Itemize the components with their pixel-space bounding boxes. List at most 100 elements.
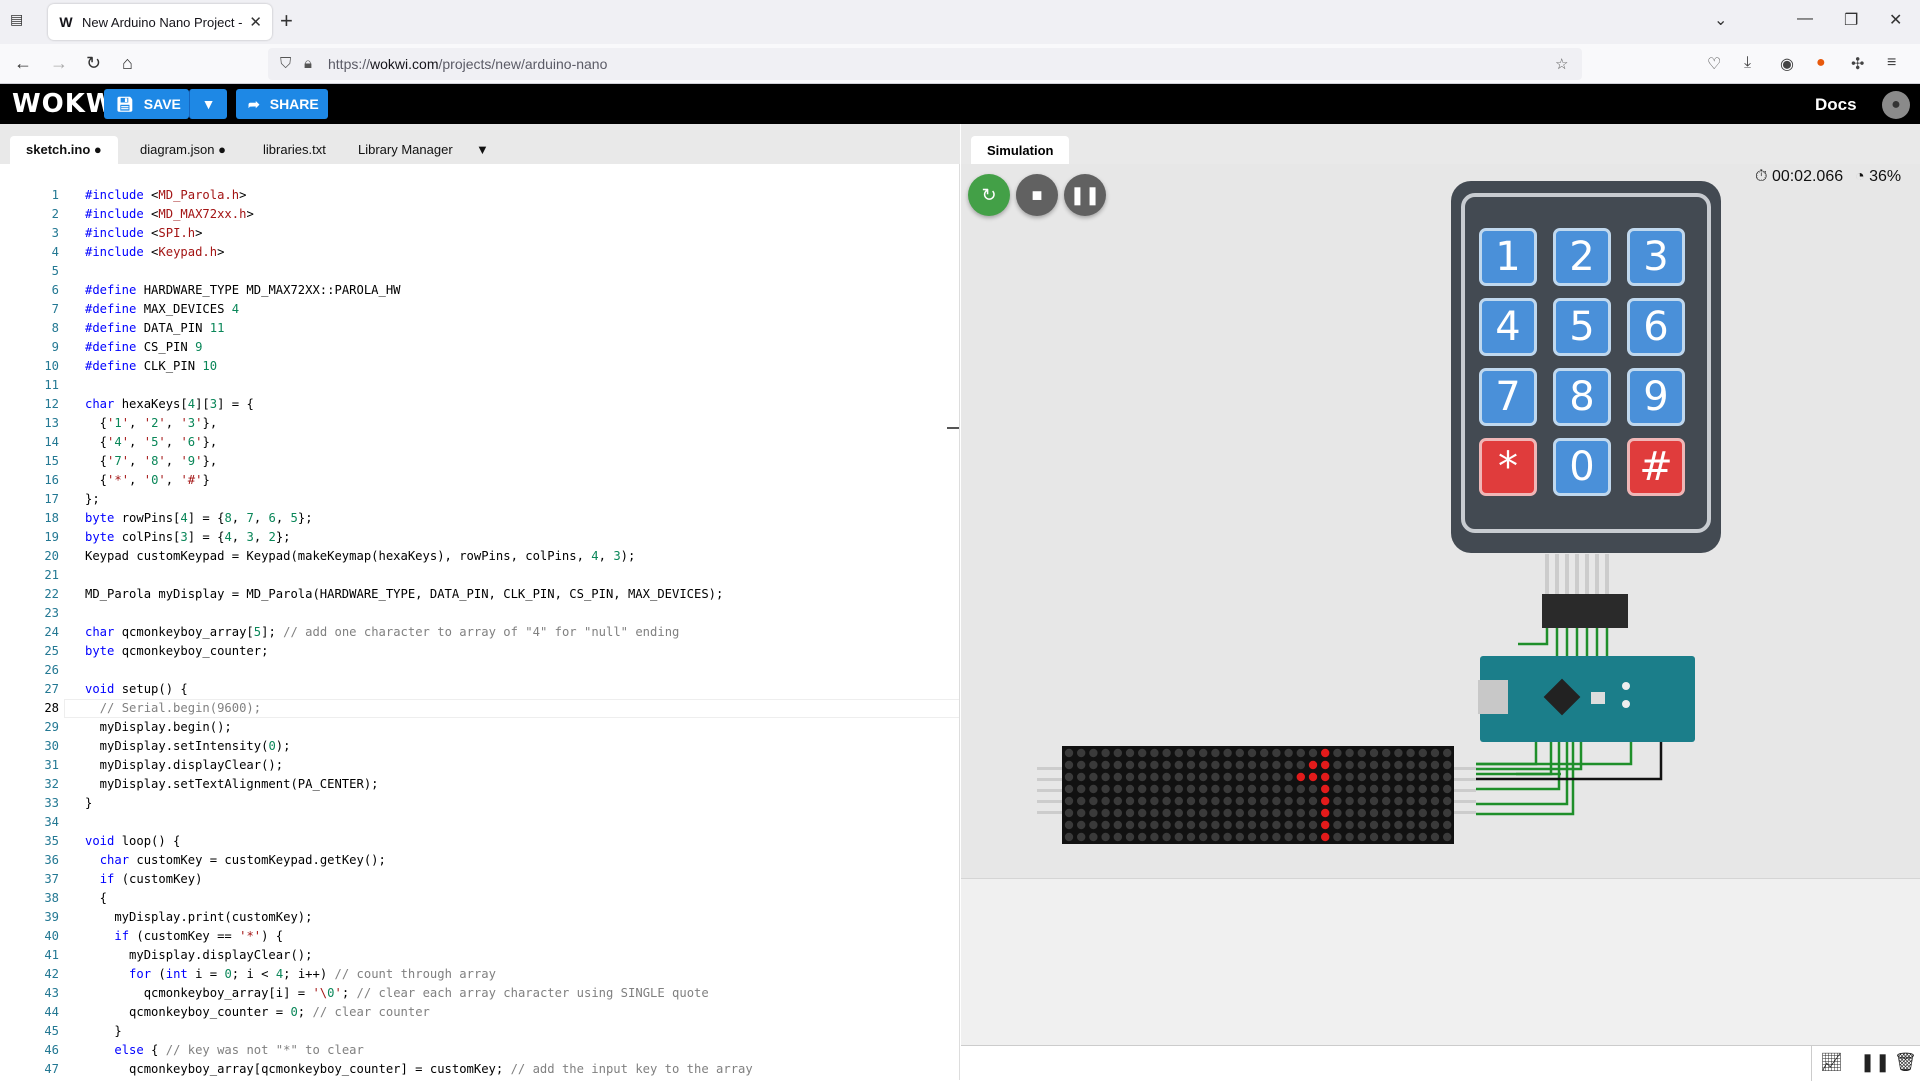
keypad-key[interactable]: 2: [1553, 228, 1611, 286]
code-line: 24 char qcmonkeyboy_array[5]; // add one …: [0, 623, 959, 642]
keypad-key[interactable]: #: [1627, 438, 1685, 496]
led-dot: [1101, 748, 1110, 758]
line-number: 20: [44, 549, 59, 563]
extensions-icon[interactable]: ✣: [1851, 54, 1864, 74]
led-dot: [1333, 796, 1342, 806]
extension-duckduckgo-icon[interactable]: ●: [1816, 54, 1826, 72]
keypad-key[interactable]: 4: [1479, 298, 1537, 356]
code-text: if (customKey): [99, 872, 203, 886]
save-button[interactable]: 💾︎ SAVE: [104, 89, 189, 119]
shield-icon[interactable]: ⛉: [280, 55, 291, 72]
led-dot: [1418, 808, 1427, 818]
code-text: if (customKey == '*') {: [114, 929, 284, 943]
code-line: 9 #define CS_PIN 9: [0, 338, 959, 357]
led-dot: [1394, 808, 1403, 818]
keypad-key[interactable]: 8: [1553, 368, 1611, 426]
code-line: 15 {'7', '8', '9'},: [0, 452, 959, 471]
code-text: char hexaKeys[4][3] = {: [85, 397, 254, 411]
app-menu-icon[interactable]: ≡: [1887, 54, 1896, 72]
back-icon[interactable]: ←: [14, 53, 32, 74]
code-line: 29 myDisplay.begin();: [0, 718, 959, 737]
lock-icon[interactable]: 🔒︎: [304, 55, 312, 72]
keypad-key[interactable]: 5: [1553, 298, 1611, 356]
code-line: 44 qcmonkeyboy_counter = 0; // clear cou…: [0, 1003, 959, 1022]
tab-diagram-json[interactable]: diagram.json ●: [124, 136, 242, 164]
led-dot: [1394, 748, 1403, 758]
code-text: MD_Parola myDisplay = MD_Parola(HARDWARE…: [85, 587, 724, 601]
led-dot: [1064, 772, 1074, 782]
tabs-dropdown-icon[interactable]: ▼: [460, 136, 505, 164]
tab-sketch-ino[interactable]: sketch.ino ●: [10, 136, 118, 164]
tab-label: Library Manager: [358, 142, 453, 157]
new-tab-icon[interactable]: +: [280, 8, 293, 34]
led-dot: [1345, 820, 1354, 830]
restore-icon[interactable]: ❐: [1844, 10, 1858, 30]
line-number: 47: [44, 1062, 59, 1076]
led-dot: [1418, 772, 1427, 782]
keypad-key[interactable]: 1: [1479, 228, 1537, 286]
led-dot: [1113, 772, 1122, 782]
led-dot: [1260, 772, 1269, 782]
led-dot: [1406, 760, 1415, 770]
clear-serial-icon[interactable]: 🗑︎: [1894, 1052, 1917, 1073]
led-dot: [1369, 760, 1379, 770]
keypad-key[interactable]: 9: [1627, 368, 1685, 426]
line-number: 1: [51, 188, 59, 202]
close-window-icon[interactable]: ✕: [1889, 10, 1902, 30]
led-dot: [1199, 748, 1208, 758]
pocket-icon[interactable]: ♡: [1707, 54, 1721, 74]
code-text: #define CLK_PIN 10: [85, 359, 218, 373]
tab-overflow-chevron-icon[interactable]: ⌄: [1714, 10, 1727, 30]
led-dot: [1284, 820, 1293, 830]
tab-libraries-txt[interactable]: libraries.txt: [247, 136, 342, 164]
save-dropdown-button[interactable]: ▼: [189, 89, 227, 119]
tab-library-manager[interactable]: Library Manager: [342, 136, 469, 164]
url-bar[interactable]: ⛉ 🔒︎ https://wokwi.com/projects/new/ardu…: [268, 48, 1582, 80]
led-dot: [1382, 808, 1391, 818]
close-tab-icon[interactable]: ✕: [249, 13, 262, 31]
line-number: 31: [44, 758, 59, 772]
browser-tab[interactable]: W New Arduino Nano Project - W ✕: [48, 4, 272, 40]
keypad-key[interactable]: 6: [1627, 298, 1685, 356]
line-number: 27: [44, 682, 59, 696]
code-text: Keypad customKeypad = Keypad(makeKeymap(…: [85, 549, 636, 563]
tab-simulation[interactable]: Simulation: [971, 136, 1070, 164]
code-line: 17};: [0, 490, 959, 509]
led-dot: [1260, 820, 1269, 830]
minimize-icon[interactable]: —: [1797, 10, 1813, 28]
tab-list-icon[interactable]: ▤: [10, 11, 30, 29]
home-icon[interactable]: ⌂: [122, 53, 133, 74]
led-dot: [1406, 748, 1415, 758]
code-editor[interactable]: 1 #include <MD_Parola.h> 2 #include <MD_MAX…: [0, 164, 960, 1080]
code-line: 38 {: [0, 889, 959, 908]
code-text: void setup() {: [85, 682, 188, 696]
led-dot: [1382, 760, 1391, 770]
browser-nav-bar: ← → ↻ ⌂ ⛉ 🔒︎ https://wokwi.com/projects/…: [0, 44, 1920, 84]
led-dot: [1382, 772, 1391, 782]
led-dot: [1369, 772, 1379, 782]
led-dot: [1284, 772, 1293, 782]
led-dot: [1101, 796, 1110, 806]
keypad-key[interactable]: *: [1479, 438, 1537, 496]
plotter-icon[interactable]: 📈︎: [1820, 1052, 1843, 1073]
line-number: 8: [51, 321, 59, 335]
keypad-key[interactable]: 3: [1627, 228, 1685, 286]
keypad-key[interactable]: 0: [1553, 438, 1611, 496]
pause-serial-icon[interactable]: ❚❚: [1860, 1052, 1890, 1073]
code-line: 21: [0, 566, 959, 585]
led-dot: [1089, 784, 1098, 794]
led-dot: [1321, 832, 1330, 842]
code-text: myDisplay.displayClear();: [85, 758, 284, 772]
downloads-icon[interactable]: ⤓: [1744, 54, 1751, 72]
forward-icon[interactable]: →: [50, 53, 68, 74]
code-text: byte colPins[3] = {4, 3, 2};: [85, 530, 291, 544]
account-icon[interactable]: ◉: [1780, 54, 1794, 74]
share-button[interactable]: ➦ SHARE: [236, 89, 328, 119]
bookmark-star-icon[interactable]: ☆: [1555, 55, 1568, 73]
user-avatar-icon[interactable]: ●: [1882, 91, 1910, 119]
keypad-key[interactable]: 7: [1479, 368, 1537, 426]
reload-icon[interactable]: ↻: [86, 53, 101, 74]
line-number: 22: [44, 587, 59, 601]
line-number: 29: [44, 720, 59, 734]
docs-link[interactable]: Docs: [1815, 95, 1857, 115]
